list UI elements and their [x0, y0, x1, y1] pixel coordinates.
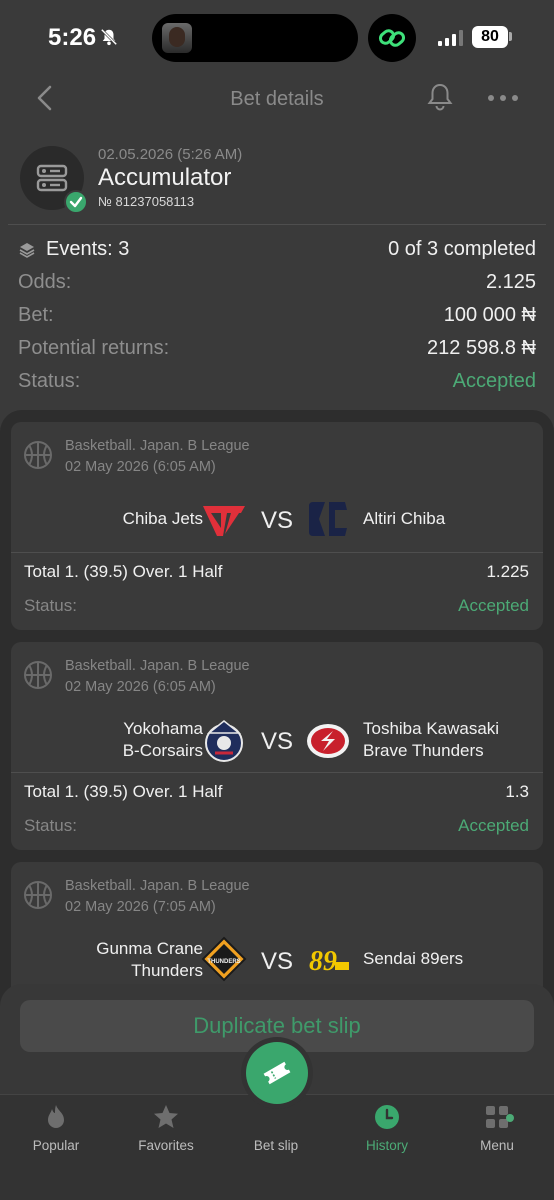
- event-market: Total 1. (39.5) Over. 1 Half: [24, 782, 223, 801]
- signal-icon: [438, 30, 463, 46]
- silent-bell-icon: [100, 28, 118, 46]
- flame-icon: [48, 1105, 64, 1128]
- brave-thunders-logo-icon: [307, 724, 349, 758]
- menu-notification-dot: [506, 1114, 514, 1122]
- tab-menu[interactable]: Menu: [442, 1095, 552, 1165]
- bet-date: 02.05.2026 (5:26 AM): [98, 146, 243, 163]
- tab-menu-label: Menu: [480, 1138, 514, 1153]
- team-away-line1: Toshiba Kawasaki: [363, 719, 500, 738]
- team-away: Toshiba Kawasaki Brave Thunders: [363, 718, 499, 762]
- tab-popular-label: Popular: [32, 1138, 80, 1153]
- star-icon: [154, 1105, 178, 1128]
- summary-odds-row: Odds: 2.125: [18, 267, 536, 300]
- summary-status-row: Status: Accepted: [18, 366, 536, 399]
- event-league: Basketball. Japan. B League: [65, 658, 250, 674]
- event-divider: [11, 772, 543, 773]
- team-home: Chiba Jets: [122, 509, 203, 528]
- events-panel: Basketball. Japan. B League 02 May 2026 …: [0, 410, 554, 1022]
- b-corsairs-logo-icon: [205, 720, 243, 762]
- event-date: 02 May 2026 (6:05 AM): [65, 459, 216, 475]
- ticket-icon: [263, 1061, 291, 1085]
- altiri-chiba-logo-icon: [309, 502, 347, 536]
- summary-events-row: Events: 3 0 of 3 completed: [18, 234, 536, 267]
- team-home-line1: Yokohama: [123, 719, 203, 738]
- team-home-line2: Thunders: [131, 961, 203, 980]
- page-title: Bet details: [230, 88, 324, 110]
- tab-bar: Popular Favorites Bet slip History Menu: [0, 1094, 554, 1200]
- team-away-line2: Brave Thunders: [363, 741, 484, 760]
- status-time: 5:26: [48, 24, 97, 51]
- vs-label: VS: [261, 728, 294, 755]
- nav-bar: Bet details: [0, 76, 554, 120]
- island-avatar-icon: [162, 23, 192, 53]
- chain-link-icon: [368, 14, 416, 62]
- tab-favorites[interactable]: Favorites: [111, 1095, 221, 1165]
- team-away: Altiri Chiba: [363, 509, 446, 528]
- events-count: Events: 3: [46, 238, 130, 260]
- dynamic-island: [152, 14, 358, 62]
- bet-value: 100 000 ₦: [443, 304, 536, 326]
- team-home: Gunma Crane Thunders: [96, 938, 203, 982]
- returns-label: Potential returns:: [18, 337, 170, 359]
- event-league: Basketball. Japan. B League: [65, 878, 250, 894]
- event-date: 02 May 2026 (7:05 AM): [65, 899, 216, 915]
- event-divider: [11, 552, 543, 553]
- summary-bet-row: Bet: 100 000 ₦: [18, 300, 536, 333]
- team-home-line2: B-Corsairs: [122, 741, 203, 760]
- tab-favorites-label: Favorites: [138, 1138, 194, 1153]
- vs-label: VS: [261, 507, 294, 534]
- chiba-jets-logo-icon: [203, 506, 245, 536]
- team-home-line1: Gunma Crane: [96, 939, 203, 958]
- battery-indicator: 80: [472, 26, 508, 48]
- status-value: Accepted: [452, 370, 536, 392]
- crane-thunders-logo-icon: THUNDERS: [201, 936, 247, 982]
- odds-label: Odds:: [18, 271, 72, 293]
- bet-summary: Events: 3 0 of 3 completed Odds: 2.125 B…: [18, 234, 536, 399]
- event-status-value: Accepted: [458, 596, 529, 615]
- event-card-1[interactable]: Basketball. Japan. B League 02 May 2026 …: [11, 422, 543, 630]
- crane-thunders-logo-text: THUNDERS: [207, 959, 240, 965]
- vs-label: VS: [261, 948, 294, 975]
- event-league: Basketball. Japan. B League: [65, 438, 250, 454]
- header-divider: [8, 224, 546, 225]
- sendai-logo-text: 89: [309, 946, 337, 977]
- more-options-icon[interactable]: [486, 88, 520, 108]
- battery-tip: [509, 32, 512, 41]
- tab-bet-slip[interactable]: Bet slip: [221, 1095, 331, 1165]
- team-away: Sendai 89ers: [363, 949, 464, 968]
- bet-number: № 81237058113: [98, 194, 195, 209]
- tab-bet-slip-label: Bet slip: [253, 1138, 299, 1153]
- event-status-label: Status:: [24, 816, 77, 835]
- odds-value: 2.125: [485, 271, 536, 293]
- event-status-label: Status:: [24, 596, 77, 615]
- basketball-icon: [24, 661, 52, 689]
- tab-popular[interactable]: Popular: [1, 1095, 111, 1165]
- layers-icon: [19, 243, 35, 258]
- status-bar: 5:26 80: [0, 0, 554, 76]
- sendai-89ers-logo-icon: 89: [309, 946, 349, 977]
- events-completed: 0 of 3 completed: [388, 238, 536, 260]
- basketball-icon: [24, 441, 52, 469]
- bet-header: 02.05.2026 (5:26 AM) Accumulator № 81237…: [0, 142, 554, 226]
- event-odds: 1.225: [486, 562, 529, 581]
- tab-history-label: History: [365, 1138, 408, 1153]
- event-market: Total 1. (39.5) Over. 1 Half: [24, 562, 223, 581]
- event-status-value: Accepted: [458, 816, 529, 835]
- bet-label: Bet:: [18, 304, 54, 326]
- event-date: 02 May 2026 (6:05 AM): [65, 679, 216, 695]
- accepted-check-icon: [64, 190, 88, 214]
- status-label: Status:: [18, 370, 81, 392]
- clock-icon: [375, 1105, 399, 1129]
- tab-history[interactable]: History: [332, 1095, 442, 1165]
- returns-value: 212 598.8 ₦: [427, 337, 536, 359]
- basketball-icon: [24, 881, 52, 909]
- event-card-2[interactable]: Basketball. Japan. B League 02 May 2026 …: [11, 642, 543, 850]
- summary-returns-row: Potential returns: 212 598.8 ₦: [18, 333, 536, 366]
- bet-slip-fab[interactable]: [246, 1042, 308, 1104]
- team-home: Yokohama B-Corsairs: [123, 718, 203, 762]
- bet-type: Accumulator: [98, 164, 232, 191]
- notification-bell-icon[interactable]: [426, 82, 454, 112]
- event-odds: 1.3: [505, 782, 529, 801]
